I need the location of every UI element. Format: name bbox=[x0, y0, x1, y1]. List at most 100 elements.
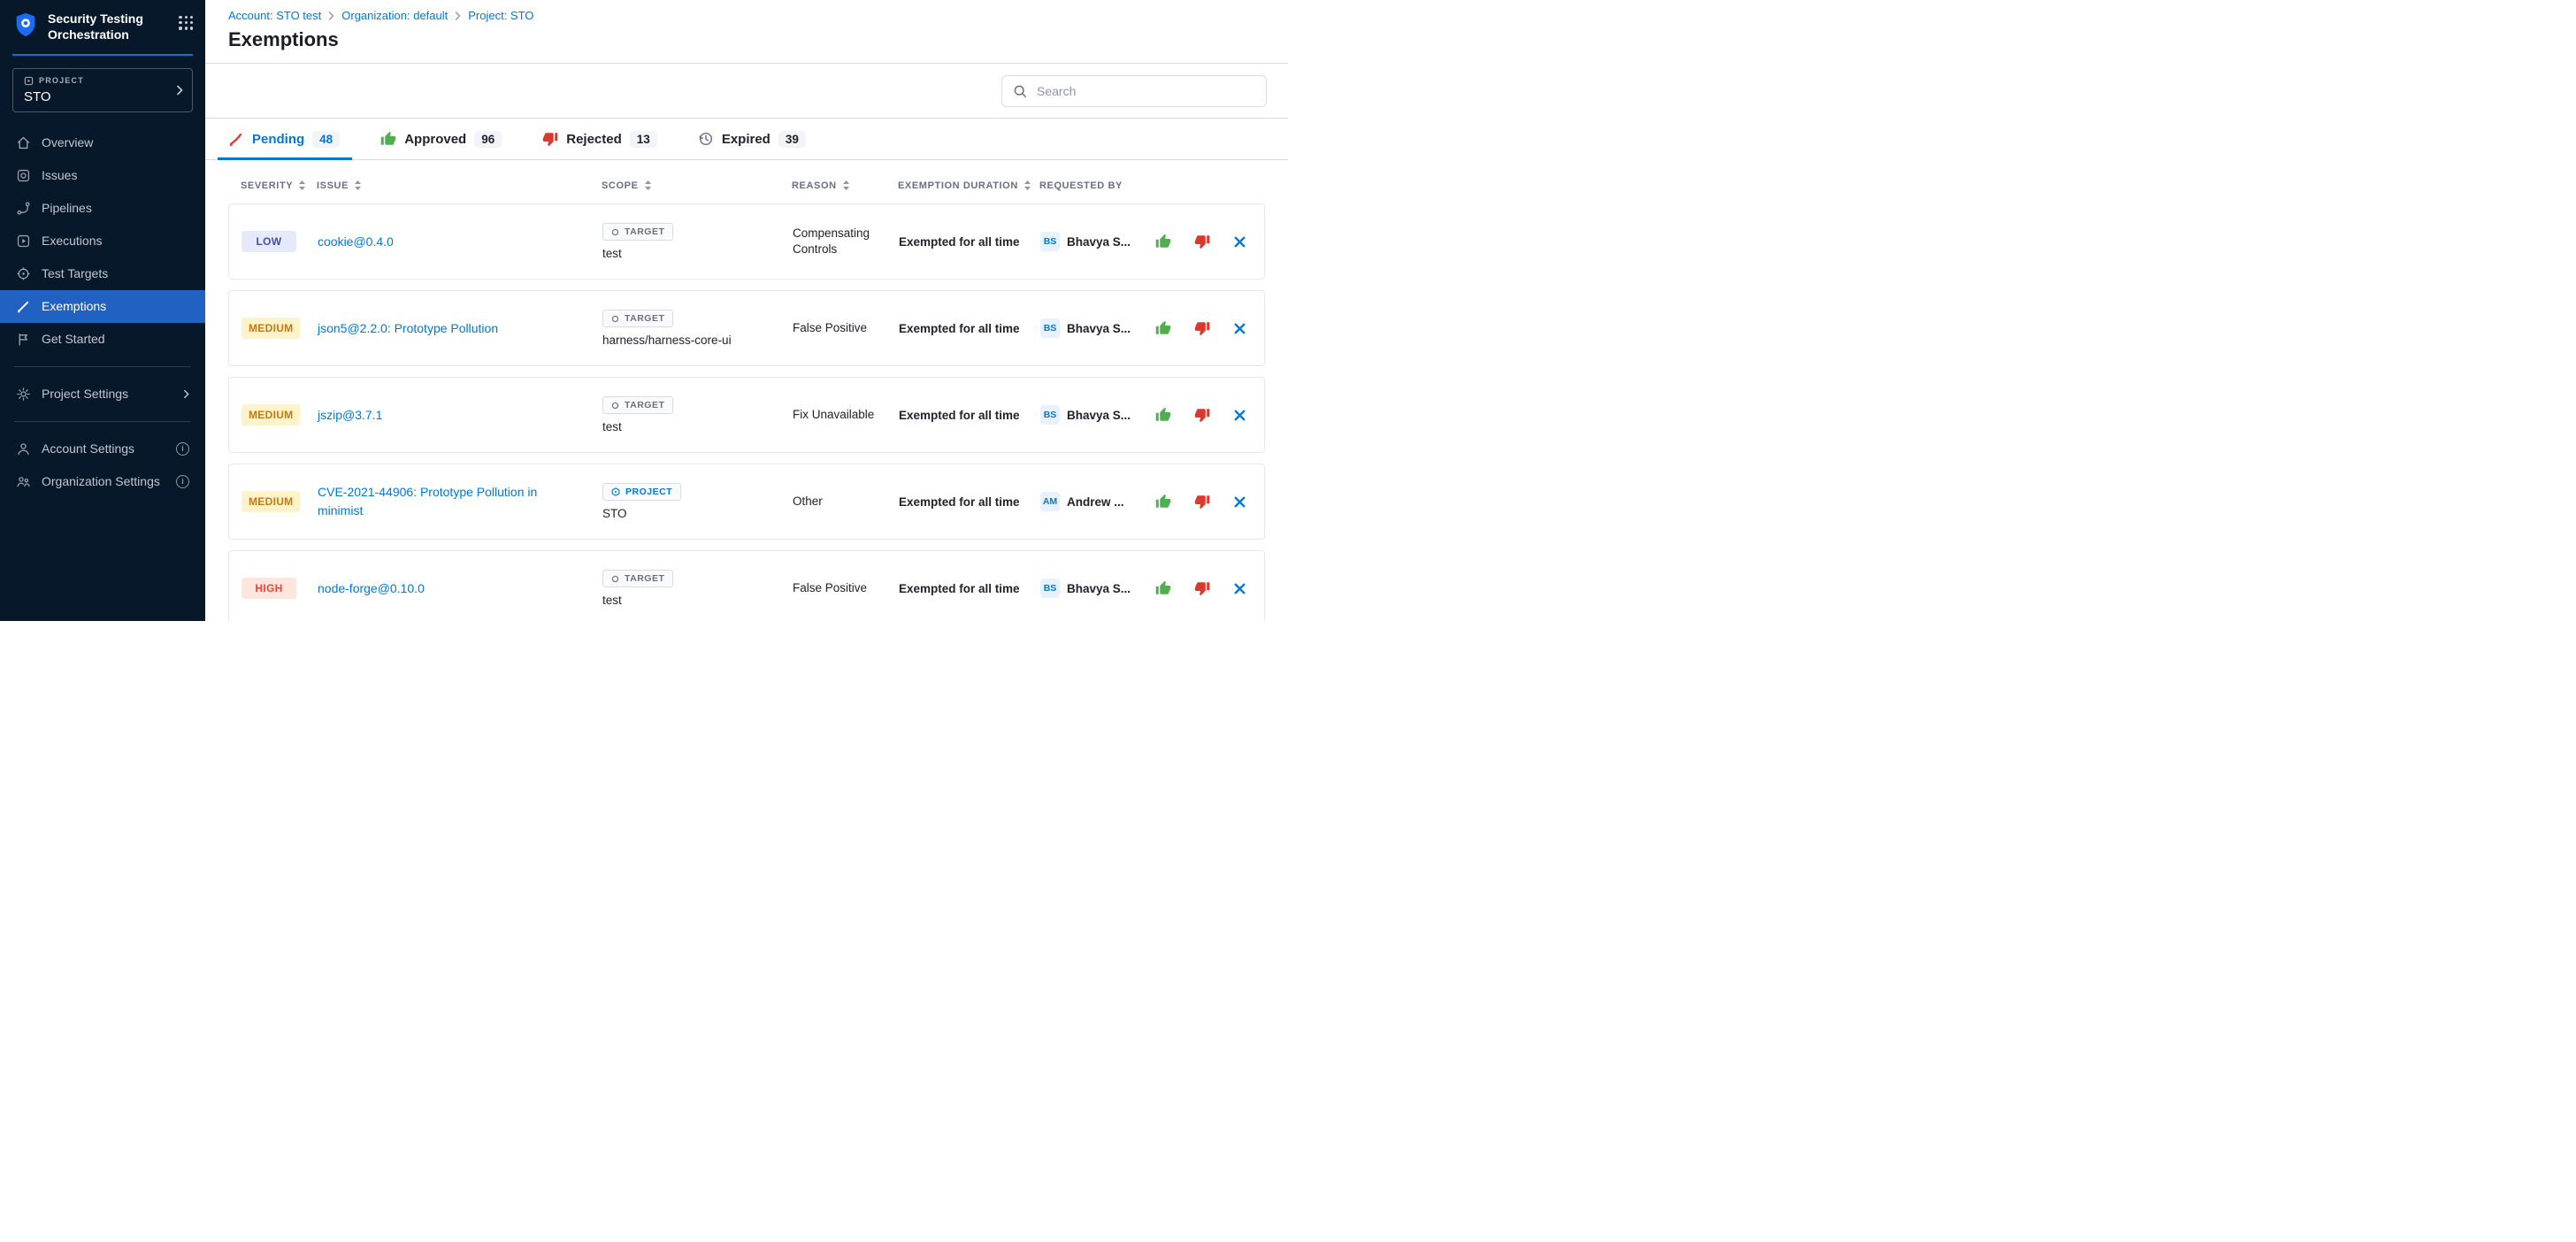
issue-link[interactable]: jszip@3.7.1 bbox=[318, 406, 602, 425]
sidebar-item-pipelines[interactable]: Pipelines bbox=[0, 192, 205, 225]
sidebar-nav: Overview Issues Pipelines Executions Tes… bbox=[0, 126, 205, 356]
approve-button[interactable] bbox=[1155, 320, 1171, 336]
tab-pending[interactable]: Pending 48 bbox=[228, 119, 340, 159]
exemption-duration: Exempted for all time bbox=[899, 409, 1040, 422]
approve-button[interactable] bbox=[1155, 494, 1171, 510]
issue-link[interactable]: json5@2.2.0: Prototype Pollution bbox=[318, 319, 602, 338]
tab-expired[interactable]: Expired 39 bbox=[698, 119, 806, 159]
cancel-button[interactable] bbox=[1233, 495, 1246, 509]
sidebar-item-label: Issues bbox=[42, 168, 77, 182]
close-x-icon bbox=[1233, 409, 1246, 422]
scope-name: STO bbox=[602, 507, 627, 520]
cancel-button[interactable] bbox=[1233, 582, 1246, 595]
sidebar-item-project-settings[interactable]: Project Settings bbox=[0, 378, 205, 410]
breadcrumb-link-account[interactable]: Account: STO test bbox=[228, 9, 321, 22]
table-row: LOW cookie@0.4.0 TARGET test Compensatin… bbox=[228, 203, 1265, 280]
scope-badge: TARGET bbox=[602, 223, 673, 241]
approve-button[interactable] bbox=[1155, 580, 1171, 596]
exemption-duration: Exempted for all time bbox=[899, 322, 1040, 335]
issue-link[interactable]: CVE-2021-44906: Prototype Pollution in m… bbox=[318, 483, 602, 520]
app-title: Security Testing Orchestration bbox=[48, 12, 170, 43]
reject-button[interactable] bbox=[1194, 320, 1210, 336]
issue-link[interactable]: cookie@0.4.0 bbox=[318, 233, 602, 251]
cancel-button[interactable] bbox=[1233, 409, 1246, 422]
sidebar-item-label: Account Settings bbox=[42, 441, 134, 456]
people-icon bbox=[16, 474, 31, 489]
exemption-duration: Exempted for all time bbox=[899, 235, 1040, 249]
divider bbox=[14, 366, 191, 367]
tab-approved[interactable]: Approved 96 bbox=[380, 119, 502, 159]
page-title: Exemptions bbox=[228, 28, 1265, 51]
thumb-down-icon bbox=[1194, 580, 1210, 596]
cancel-button[interactable] bbox=[1233, 322, 1246, 335]
target-circle-icon bbox=[611, 228, 619, 236]
search-input[interactable] bbox=[1035, 83, 1255, 99]
chevron-right-icon bbox=[455, 12, 461, 20]
sidebar-item-get-started[interactable]: Get Started bbox=[0, 323, 205, 356]
chevron-right-icon bbox=[183, 389, 189, 399]
table-row: MEDIUM json5@2.2.0: Prototype Pollution … bbox=[228, 290, 1265, 366]
thumb-up-icon bbox=[1155, 320, 1171, 336]
tabs: Pending 48 Approved 96 Rejected 13 Expir… bbox=[205, 119, 1288, 160]
sidebar-item-organization-settings[interactable]: Organization Settings bbox=[0, 465, 205, 498]
column-header-issue[interactable]: ISSUE bbox=[317, 180, 602, 191]
sidebar-item-issues[interactable]: Issues bbox=[0, 159, 205, 192]
exemption-duration: Exempted for all time bbox=[899, 582, 1040, 595]
sidebar-item-overview[interactable]: Overview bbox=[0, 126, 205, 159]
reason: False Positive bbox=[793, 320, 899, 336]
tab-rejected[interactable]: Rejected 13 bbox=[542, 119, 657, 159]
reject-button[interactable] bbox=[1194, 494, 1210, 510]
column-header-scope[interactable]: SCOPE bbox=[602, 180, 792, 191]
sidebar-header: Security Testing Orchestration bbox=[12, 0, 193, 56]
tab-count-badge: 96 bbox=[474, 131, 502, 148]
project-selector[interactable]: PROJECT STO bbox=[12, 68, 193, 112]
sidebar-item-label: Organization Settings bbox=[42, 474, 160, 488]
sidebar-item-test-targets[interactable]: Test Targets bbox=[0, 257, 205, 290]
project-box-icon bbox=[24, 76, 34, 86]
apps-grid-icon[interactable] bbox=[179, 16, 193, 30]
tab-label: Approved bbox=[404, 132, 466, 147]
approve-button[interactable] bbox=[1155, 234, 1171, 249]
column-header-severity[interactable]: SEVERITY bbox=[228, 180, 317, 191]
sidebar-item-exemptions[interactable]: Exemptions bbox=[0, 290, 205, 323]
thumb-down-icon bbox=[1194, 494, 1210, 510]
close-x-icon bbox=[1233, 322, 1246, 335]
sort-arrows-icon bbox=[1024, 180, 1031, 191]
column-header-exemption-duration[interactable]: EXEMPTION DURATION bbox=[898, 180, 1039, 191]
reject-button[interactable] bbox=[1194, 234, 1210, 249]
issue-link[interactable]: node-forge@0.10.0 bbox=[318, 579, 602, 598]
sidebar-item-label: Pipelines bbox=[42, 201, 92, 215]
scope-badge: TARGET bbox=[602, 570, 673, 587]
severity-badge: MEDIUM bbox=[242, 491, 300, 512]
strike-icon bbox=[16, 299, 31, 314]
close-x-icon bbox=[1233, 582, 1246, 595]
requester-name: Bhavya S... bbox=[1067, 582, 1131, 595]
avatar: BS bbox=[1040, 405, 1060, 425]
sidebar-item-account-settings[interactable]: Account Settings bbox=[0, 433, 205, 465]
exemption-duration: Exempted for all time bbox=[899, 495, 1040, 509]
exemptions-table: SEVERITY ISSUE SCOPE REASON EXEMPTION DU… bbox=[205, 160, 1288, 621]
info-icon[interactable] bbox=[176, 442, 189, 456]
severity-badge: MEDIUM bbox=[242, 404, 300, 426]
reject-button[interactable] bbox=[1194, 580, 1210, 596]
flag-icon bbox=[16, 332, 31, 347]
requested-by: BS Bhavya S... bbox=[1040, 405, 1155, 425]
scope-type-label: TARGET bbox=[625, 226, 664, 237]
reject-button[interactable] bbox=[1194, 407, 1210, 423]
cancel-button[interactable] bbox=[1233, 235, 1246, 249]
sort-arrows-icon bbox=[644, 180, 652, 191]
crosshair-icon bbox=[16, 266, 31, 281]
severity-badge: MEDIUM bbox=[242, 318, 300, 339]
approve-button[interactable] bbox=[1155, 407, 1171, 423]
sidebar-item-executions[interactable]: Executions bbox=[0, 225, 205, 257]
breadcrumb-link-organization[interactable]: Organization: default bbox=[341, 9, 448, 22]
search-box[interactable] bbox=[1001, 75, 1267, 107]
breadcrumb-link-project[interactable]: Project: STO bbox=[468, 9, 533, 22]
close-x-icon bbox=[1233, 495, 1246, 509]
column-header-reason[interactable]: REASON bbox=[792, 180, 898, 191]
tab-count-badge: 48 bbox=[312, 131, 340, 148]
thumb-down-icon bbox=[1194, 407, 1210, 423]
info-icon[interactable] bbox=[176, 475, 189, 488]
breadcrumb: Account: STO test Organization: default … bbox=[228, 9, 1265, 22]
tab-label: Rejected bbox=[566, 132, 622, 147]
